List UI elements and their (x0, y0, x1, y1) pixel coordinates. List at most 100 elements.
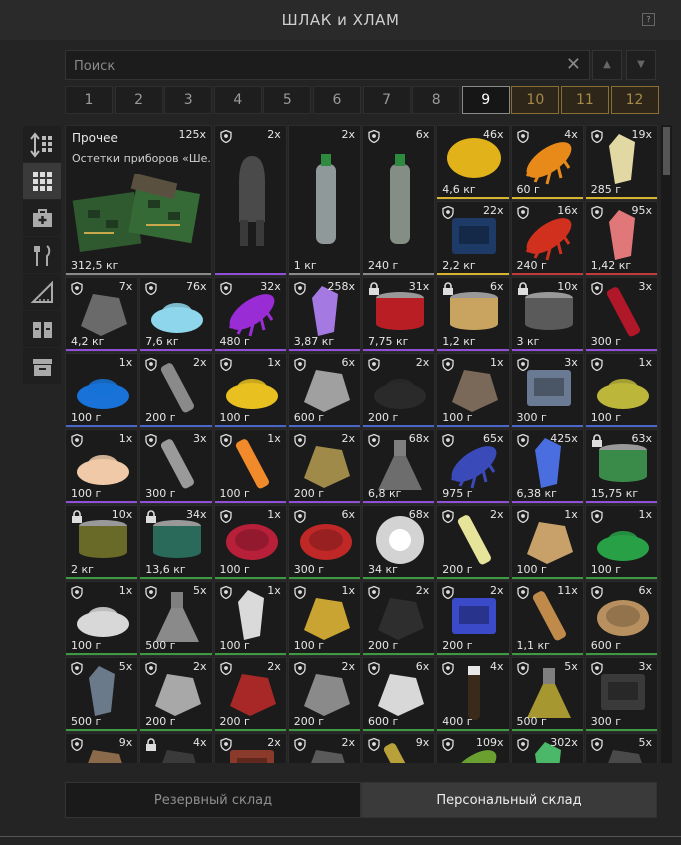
sidebar-button-cutlery[interactable] (23, 237, 61, 273)
item-cell[interactable]: 2x 200 г (139, 353, 213, 428)
item-cell[interactable]: 11x 1,1 кг (510, 581, 584, 656)
item-cell[interactable]: 1x 100 г (287, 581, 361, 656)
tab-page-1[interactable]: 1 (65, 86, 113, 114)
scroll-thumb[interactable] (663, 127, 670, 175)
item-cell[interactable]: 2x (213, 733, 287, 763)
item-count: 2x (489, 584, 504, 597)
tab-page-4[interactable]: 4 (213, 86, 262, 114)
grid-scrollbar[interactable] (661, 125, 672, 763)
tab-page-12[interactable]: 12 (610, 86, 659, 114)
sidebar-button-book[interactable] (23, 311, 61, 347)
item-cell[interactable]: 2x 200 г (362, 581, 436, 656)
item-count: 32x (260, 280, 281, 293)
search-input[interactable] (66, 51, 566, 81)
item-cell[interactable]: 2x 1 кг (287, 125, 361, 276)
item-cell[interactable]: 7x 4,2 кг (65, 277, 139, 352)
cutlery-icon (33, 244, 50, 266)
sort-up-button[interactable]: ▲ (592, 50, 622, 80)
tab-page-7[interactable]: 7 (362, 86, 411, 114)
sidebar-button-grid[interactable] (23, 163, 61, 199)
item-cell[interactable]: 16x 240 г (510, 201, 584, 276)
tab-page-3[interactable]: 3 (164, 86, 213, 114)
item-cell[interactable]: 6x 600 г (287, 353, 361, 428)
tab-reserve-storage[interactable]: Резервный склад (65, 782, 361, 818)
item-cell[interactable]: 1x 100 г (213, 353, 287, 428)
sidebar-button-ruler[interactable] (23, 274, 61, 310)
item-cell[interactable]: 10x 2 кг (65, 505, 139, 580)
item-cell[interactable]: 63x 15,75 кг (584, 429, 658, 504)
item-cell[interactable]: 1x 100 г (584, 505, 658, 580)
item-cell[interactable]: 6x 600 г (584, 581, 658, 656)
item-cell[interactable]: 2x 200 г (287, 429, 361, 504)
item-cell[interactable]: 5x (584, 733, 658, 763)
rarity-bar (437, 653, 509, 655)
item-cell[interactable]: 425x 6,38 кг (510, 429, 584, 504)
item-cell[interactable]: 9x (362, 733, 436, 763)
item-cell[interactable]: 1x 100 г (65, 353, 139, 428)
item-cell[interactable]: 109x (436, 733, 510, 763)
item-cell[interactable]: 6x 1,2 кг (436, 277, 510, 352)
item-cell[interactable]: 5x 500 г (65, 657, 139, 732)
item-cell[interactable]: 2x 200 г (436, 505, 510, 580)
item-cell[interactable]: 6x 300 г (287, 505, 361, 580)
item-cell[interactable]: 4x 400 г (436, 657, 510, 732)
sidebar-button-sort[interactable] (23, 126, 61, 162)
item-cell[interactable]: 302x (510, 733, 584, 763)
sidebar-button-medkit[interactable] (23, 200, 61, 236)
item-cell[interactable]: 2x (287, 733, 361, 763)
item-cell[interactable]: 258x 3,87 кг (287, 277, 361, 352)
item-cell[interactable]: 68x 6,8 кг (362, 429, 436, 504)
tab-personal-storage[interactable]: Персональный склад (361, 782, 657, 818)
item-cell[interactable]: 95x 1,42 кг (584, 201, 658, 276)
tab-page-5[interactable]: 5 (263, 86, 312, 114)
item-cell[interactable]: 31x 7,75 кг (362, 277, 436, 352)
item-cell[interactable]: 22x 2,2 кг (436, 201, 510, 276)
tab-page-11[interactable]: 11 (560, 86, 609, 114)
item-cell[interactable]: 3x 300 г (510, 353, 584, 428)
item-cell[interactable]: 19x 285 г (584, 125, 658, 200)
featured-item-cell[interactable]: Прочее 125x Остетки приборов «Ше... 312,… (65, 125, 212, 276)
item-cell[interactable]: 68x 34 кг (362, 505, 436, 580)
item-cell[interactable]: 3x 300 г (584, 657, 658, 732)
item-cell[interactable]: 1x 100 г (510, 505, 584, 580)
item-cell[interactable]: 3x 300 г (584, 277, 658, 352)
item-count: 16x (557, 204, 578, 217)
item-cell[interactable]: 1x 100 г (213, 429, 287, 504)
item-cell[interactable]: 2x (213, 125, 287, 276)
close-icon[interactable]: ✕ (566, 55, 581, 75)
item-cell[interactable]: 2x 200 г (362, 353, 436, 428)
item-cell[interactable]: 4x 60 г (510, 125, 584, 200)
item-cell[interactable]: 76x 7,6 кг (139, 277, 213, 352)
item-cell[interactable]: 9x (65, 733, 139, 763)
item-cell[interactable]: 3x 300 г (139, 429, 213, 504)
item-cell[interactable]: 1x 100 г (436, 353, 510, 428)
item-cell[interactable]: 1x 100 г (213, 505, 287, 580)
item-cell[interactable]: 5x 500 г (510, 657, 584, 732)
item-cell[interactable]: 5x 500 г (139, 581, 213, 656)
item-cell[interactable]: 6x 240 г (362, 125, 436, 276)
item-cell[interactable]: 34x 13,6 кг (139, 505, 213, 580)
item-cell[interactable]: 2x 200 г (436, 581, 510, 656)
help-button[interactable]: ? (642, 13, 655, 26)
sort-down-button[interactable]: ▼ (626, 50, 656, 80)
item-cell[interactable]: 4x (139, 733, 213, 763)
item-cell[interactable]: 1x 100 г (65, 581, 139, 656)
tab-page-2[interactable]: 2 (114, 86, 163, 114)
tab-page-10[interactable]: 10 (511, 86, 560, 114)
item-cell[interactable]: 6x 600 г (362, 657, 436, 732)
item-cell[interactable]: 2x 200 г (139, 657, 213, 732)
tab-page-8[interactable]: 8 (412, 86, 461, 114)
item-cell[interactable]: 65x 975 г (436, 429, 510, 504)
item-cell[interactable]: 1x 100 г (65, 429, 139, 504)
item-cell[interactable]: 1x 100 г (213, 581, 287, 656)
tab-page-6[interactable]: 6 (312, 86, 361, 114)
sidebar-button-archive[interactable] (23, 348, 61, 384)
item-cell[interactable]: 2x 200 г (213, 657, 287, 732)
item-cell[interactable]: 32x 480 г (213, 277, 287, 352)
item-cell[interactable]: 10x 3 кг (510, 277, 584, 352)
shield-icon (368, 662, 380, 675)
item-cell[interactable]: 2x 200 г (287, 657, 361, 732)
item-cell[interactable]: 46x 4,6 кг (436, 125, 510, 200)
tab-page-9[interactable]: 9 (461, 86, 510, 114)
item-cell[interactable]: 1x 100 г (584, 353, 658, 428)
